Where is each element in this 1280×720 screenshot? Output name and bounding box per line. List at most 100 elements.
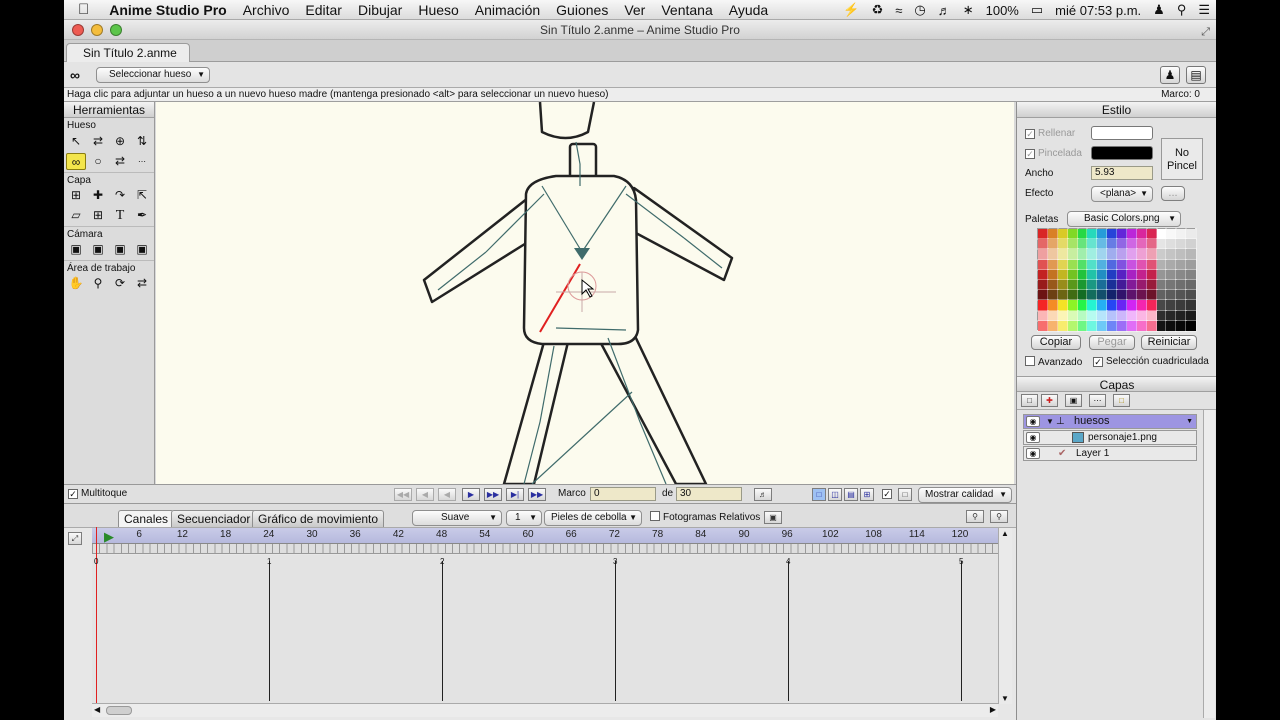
- zoom-in-timeline-icon[interactable]: ⚲: [990, 510, 1008, 523]
- palette-swatch[interactable]: [1175, 227, 1188, 241]
- palette-swatch[interactable]: [1076, 258, 1089, 271]
- palette-swatch[interactable]: [1175, 319, 1188, 333]
- palette-swatch[interactable]: [1056, 227, 1069, 241]
- bind-layer-tool-icon[interactable]: ⇄: [110, 153, 130, 170]
- pan-tilt-camera-tool-icon[interactable]: ▣: [132, 241, 152, 258]
- palette-swatch[interactable]: [1145, 238, 1158, 251]
- palette-swatch[interactable]: [1056, 289, 1069, 302]
- lock-icon[interactable]: ▣: [764, 511, 782, 524]
- fill-color-swatch[interactable]: [1091, 126, 1153, 140]
- eyedropper-tool-icon[interactable]: ✒: [132, 207, 152, 224]
- palette-popup[interactable]: Basic Colors.png ▼: [1067, 211, 1181, 227]
- palette-swatch[interactable]: [1096, 319, 1109, 333]
- zoom-window-button[interactable]: [110, 24, 122, 36]
- display-quality-popup[interactable]: Mostrar calidad ▼: [918, 487, 1012, 503]
- palette-swatch[interactable]: [1125, 227, 1138, 241]
- character-wizard-button[interactable]: ♟: [1160, 66, 1180, 84]
- translate-layer-tool-icon[interactable]: ✚: [88, 187, 108, 204]
- palette-swatch[interactable]: [1145, 258, 1158, 271]
- palette-swatch[interactable]: [1076, 289, 1089, 302]
- palette-swatch[interactable]: [1066, 278, 1079, 292]
- view-split-horizontal-icon[interactable]: ▤: [844, 488, 858, 501]
- palette-swatch[interactable]: [1175, 309, 1188, 322]
- fast-forward-button[interactable]: ▶▶: [528, 488, 546, 501]
- palette-swatch[interactable]: [1116, 258, 1128, 271]
- palette-swatch[interactable]: [1106, 268, 1118, 282]
- palette-swatch[interactable]: [1135, 248, 1148, 261]
- palette-swatch[interactable]: [1086, 309, 1099, 322]
- palette-swatch[interactable]: [1076, 299, 1089, 312]
- timeline-horizontal-scrollbar[interactable]: ◀ ▶: [92, 703, 998, 717]
- palette-swatch[interactable]: [1116, 309, 1128, 322]
- app-menu[interactable]: Anime Studio Pro: [101, 2, 234, 18]
- palette-swatch[interactable]: [1037, 248, 1049, 261]
- palette-swatch[interactable]: [1175, 299, 1188, 312]
- spotlight-search-icon[interactable]: ⚲: [1171, 2, 1193, 18]
- palette-swatch[interactable]: [1155, 278, 1168, 292]
- palette-swatch[interactable]: [1086, 278, 1099, 292]
- palette-swatch[interactable]: [1056, 238, 1069, 251]
- roll-camera-tool-icon[interactable]: ▣: [110, 241, 130, 258]
- add-bone-tool-icon[interactable]: ⊕: [110, 133, 130, 150]
- palette-swatch[interactable]: [1185, 278, 1197, 292]
- palette-swatch[interactable]: [1165, 227, 1178, 241]
- palette-swatch[interactable]: [1076, 268, 1089, 282]
- palette-swatch[interactable]: [1155, 299, 1168, 312]
- minimize-window-button[interactable]: [91, 24, 103, 36]
- menu-ventana[interactable]: Ventana: [653, 2, 720, 18]
- palette-swatch[interactable]: [1155, 248, 1168, 261]
- stroke-checkbox[interactable]: ✓ Pincelada: [1025, 148, 1082, 159]
- notification-list-icon[interactable]: ☰: [1192, 2, 1216, 18]
- palette-swatch[interactable]: [1175, 248, 1188, 261]
- palette-swatch[interactable]: [1145, 248, 1158, 261]
- bone-strength-tool-icon[interactable]: ○: [88, 153, 108, 170]
- palette-swatch[interactable]: [1165, 289, 1178, 302]
- document-tab[interactable]: Sin Título 2.anme: [66, 43, 190, 62]
- palette-swatch[interactable]: [1185, 289, 1197, 302]
- palette-swatch[interactable]: [1076, 238, 1089, 251]
- battery-icon[interactable]: ▭: [1025, 2, 1049, 18]
- palette-swatch[interactable]: [1086, 258, 1099, 271]
- palette-swatch[interactable]: [1037, 238, 1049, 251]
- palette-swatch[interactable]: [1076, 278, 1089, 292]
- palette-swatch[interactable]: [1106, 319, 1118, 333]
- palette-swatch[interactable]: [1037, 278, 1049, 292]
- palette-swatch[interactable]: [1106, 309, 1118, 322]
- eye-icon[interactable]: ◉: [1026, 448, 1040, 459]
- palette-swatch[interactable]: [1056, 248, 1069, 261]
- palette-swatch[interactable]: [1106, 238, 1118, 251]
- advanced-checkbox[interactable]: Avanzado: [1025, 356, 1082, 368]
- rewind-button[interactable]: ◀◀: [394, 488, 412, 501]
- bind-points-tool-icon[interactable]: ⋯: [132, 153, 152, 170]
- orbit-workspace-tool-icon[interactable]: ⇄: [132, 275, 152, 292]
- palette-swatch[interactable]: [1125, 299, 1138, 312]
- palette-swatch[interactable]: [1135, 238, 1148, 251]
- palette-swatch[interactable]: [1125, 248, 1138, 261]
- palette-swatch[interactable]: [1125, 309, 1138, 322]
- palette-swatch[interactable]: [1086, 299, 1099, 312]
- palette-swatch[interactable]: [1175, 278, 1188, 292]
- palette-swatch[interactable]: [1185, 299, 1197, 312]
- relative-keyframes-checkbox[interactable]: Fotogramas Relativos: [650, 511, 760, 525]
- palette-swatch[interactable]: [1066, 319, 1079, 333]
- palette-swatch[interactable]: [1135, 319, 1148, 333]
- clock[interactable]: mié 07:53 p.m.: [1049, 3, 1147, 18]
- frame-tick-strip[interactable]: [92, 544, 998, 554]
- palette-swatch[interactable]: [1116, 268, 1128, 282]
- effect-settings-button[interactable]: ...: [1161, 186, 1185, 201]
- view-quad-icon[interactable]: ⊞: [860, 488, 874, 501]
- palette-swatch[interactable]: [1066, 309, 1079, 322]
- menu-editar[interactable]: Editar: [297, 2, 350, 18]
- palette-swatch[interactable]: [1066, 258, 1079, 271]
- palette-swatch[interactable]: [1056, 309, 1069, 322]
- palette-swatch[interactable]: [1056, 258, 1069, 271]
- playhead-marker-icon[interactable]: ▶: [104, 529, 114, 545]
- palette-swatch[interactable]: [1096, 309, 1109, 322]
- palette-swatch[interactable]: [1155, 309, 1168, 322]
- palette-swatch[interactable]: [1175, 258, 1188, 271]
- copy-button[interactable]: Copiar: [1031, 335, 1081, 350]
- palette-swatch[interactable]: [1086, 238, 1099, 251]
- layer-row-huesos[interactable]: ◉ ▼ ⊥ huesos ▼: [1023, 414, 1197, 429]
- palette-swatch[interactable]: [1175, 238, 1188, 251]
- step-back-button[interactable]: ◀: [416, 488, 434, 501]
